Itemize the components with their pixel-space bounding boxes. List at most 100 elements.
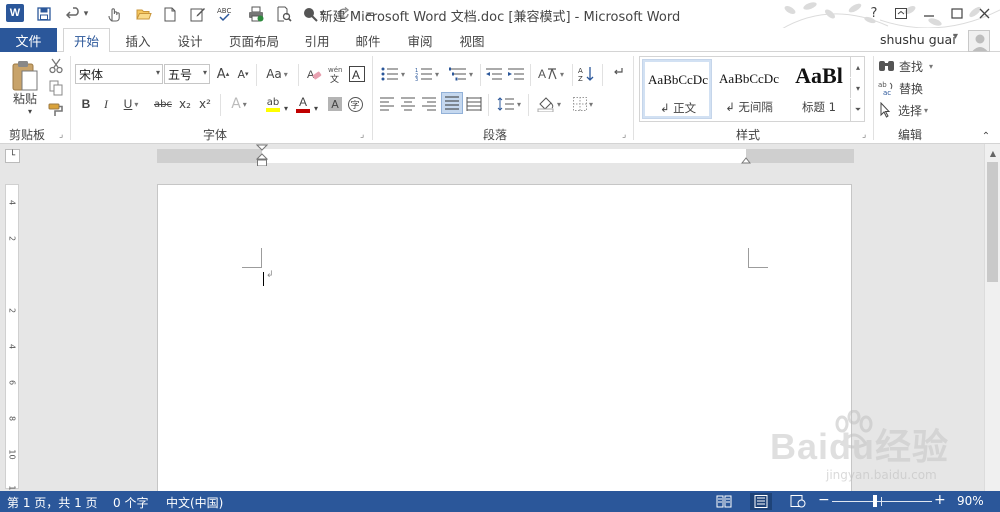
tab-insert[interactable]: 插入 — [114, 28, 162, 52]
enclose-characters-button[interactable]: 字 — [346, 94, 364, 114]
bold-button[interactable]: B — [78, 94, 94, 114]
font-color-button[interactable]: A — [292, 94, 314, 114]
paragraph-launcher-icon[interactable]: ⌟ — [622, 130, 626, 140]
increase-indent-icon[interactable] — [506, 64, 526, 84]
user-menu-caret-icon[interactable]: ▾ — [953, 31, 958, 42]
edit-icon[interactable] — [188, 4, 208, 24]
ribbon-display-options-button[interactable] — [889, 4, 913, 22]
close-button[interactable] — [972, 4, 996, 22]
word-logo-icon[interactable]: W — [6, 4, 24, 22]
format-painter-icon[interactable] — [46, 100, 66, 120]
font-launcher-icon[interactable]: ⌟ — [360, 130, 364, 140]
styles-more-icon[interactable]: ⏷ — [850, 99, 865, 121]
styles-scroll-up-icon[interactable]: ▴ — [850, 57, 865, 77]
multilevel-list-button[interactable]: ▾ — [446, 64, 476, 84]
font-name-combo[interactable]: 宋体 ▾ — [75, 64, 163, 84]
tab-home[interactable]: 开始 — [63, 28, 110, 53]
character-border-icon[interactable]: A — [348, 64, 366, 84]
language-indicator[interactable]: 中文(中国) — [166, 494, 223, 511]
justify-icon[interactable] — [441, 92, 463, 114]
underline-button[interactable]: U ▾ — [118, 94, 144, 114]
cut-icon[interactable] — [46, 56, 66, 76]
customize-qa-icon[interactable]: = — [360, 4, 380, 24]
shading-button[interactable]: ▾ — [534, 94, 564, 114]
avatar[interactable] — [968, 30, 990, 52]
italic-button[interactable]: I — [98, 94, 114, 114]
new-doc-icon[interactable] — [160, 4, 180, 24]
highlight-dropdown-icon[interactable]: ▾ — [282, 98, 290, 118]
character-shading-button[interactable]: A — [326, 94, 344, 114]
style-no-spacing[interactable]: AaBbCcDc ↲ 无间隔 — [714, 59, 784, 119]
line-spacing-button[interactable]: ▾ — [494, 94, 524, 114]
font-color-dropdown-icon[interactable]: ▾ — [312, 98, 320, 118]
styles-launcher-icon[interactable]: ⌟ — [862, 130, 866, 140]
font-size-dropdown-icon[interactable]: ▾ — [203, 68, 207, 77]
zoom-in-button[interactable]: + — [934, 492, 946, 508]
paste-button-label[interactable]: 粘贴 — [8, 90, 42, 106]
clipboard-launcher-icon[interactable]: ⌟ — [59, 130, 63, 140]
align-center-icon[interactable] — [399, 94, 417, 114]
tab-file[interactable]: 文件 — [0, 28, 57, 52]
web-layout-icon[interactable] — [790, 495, 806, 511]
touch-mode-icon[interactable] — [104, 4, 124, 24]
subscript-button[interactable]: x₂ — [176, 94, 194, 114]
grow-font-button[interactable]: A ▴ — [214, 64, 232, 84]
maximize-button[interactable] — [945, 4, 969, 22]
decrease-indent-icon[interactable] — [484, 64, 504, 84]
scrollbar-thumb[interactable] — [987, 162, 998, 282]
print-layout-icon[interactable] — [750, 493, 772, 510]
text-effects-button[interactable]: A ▾ — [226, 94, 252, 114]
redo-icon[interactable] — [334, 4, 354, 24]
chinese-layout-button[interactable]: A ▾ — [534, 64, 568, 84]
tab-selector-icon[interactable]: └ — [5, 149, 20, 163]
read-mode-icon[interactable] — [716, 495, 732, 511]
indent-markers-icon[interactable] — [256, 144, 268, 168]
style-heading-1[interactable]: AaBl 标题 1 — [784, 59, 854, 119]
draw-dropdown-icon[interactable]: ▾ — [316, 4, 328, 24]
copy-icon[interactable] — [46, 78, 66, 98]
change-case-button[interactable]: Aa ▾ — [260, 64, 294, 84]
numbering-button[interactable]: 1 2 3 ▾ — [412, 64, 442, 84]
help-button[interactable]: ? — [862, 4, 886, 22]
zoom-slider-thumb[interactable] — [873, 495, 878, 507]
paste-dropdown-icon[interactable]: ▾ — [22, 106, 38, 116]
minimize-button[interactable] — [917, 4, 941, 22]
print-preview-icon[interactable] — [274, 4, 294, 24]
tab-references[interactable]: 引用 — [294, 28, 340, 52]
zoom-out-button[interactable]: − — [818, 492, 830, 508]
zoom-level[interactable]: 90% — [957, 494, 984, 508]
vertical-ruler[interactable] — [5, 184, 19, 489]
font-size-combo[interactable]: 五号 ▾ — [164, 64, 210, 84]
user-name[interactable]: shushu guai — [880, 32, 956, 47]
strikethrough-button[interactable]: abc — [152, 94, 174, 114]
word-count[interactable]: 0 个字 — [113, 494, 148, 511]
tab-page-layout[interactable]: 页面布局 — [218, 28, 290, 52]
font-name-dropdown-icon[interactable]: ▾ — [156, 68, 160, 77]
show-formatting-marks-icon[interactable] — [608, 64, 628, 84]
shrink-font-button[interactable]: A ▾ — [234, 64, 252, 84]
scroll-up-icon[interactable]: ▲ — [985, 146, 1000, 160]
document-page[interactable] — [157, 184, 852, 504]
style-normal[interactable]: AaBbCcDc ↲ 正文 — [642, 59, 712, 119]
sort-icon[interactable]: AZ — [576, 64, 598, 84]
align-right-icon[interactable] — [420, 94, 438, 114]
open-icon[interactable] — [134, 4, 154, 24]
tab-design[interactable]: 设计 — [166, 28, 214, 52]
print-icon[interactable] — [246, 4, 266, 24]
collapse-ribbon-icon[interactable]: ⌃ — [978, 126, 994, 146]
find-button[interactable]: 查找 ▾ — [878, 56, 942, 76]
replace-button[interactable]: ab ac 替换 — [878, 78, 942, 98]
zoom-slider-track[interactable] — [832, 501, 932, 502]
save-icon[interactable] — [34, 4, 54, 24]
undo-dropdown-icon[interactable]: ▾ — [80, 4, 92, 24]
styles-scroll-down-icon[interactable]: ▾ — [850, 78, 865, 98]
vertical-scrollbar[interactable]: ▲ — [984, 144, 1000, 491]
page-count[interactable]: 第 1 页，共 1 页 — [7, 494, 98, 511]
tab-mailings[interactable]: 邮件 — [344, 28, 392, 52]
bullets-button[interactable]: ▾ — [378, 64, 408, 84]
align-left-icon[interactable] — [378, 94, 396, 114]
select-button[interactable]: 选择 ▾ — [878, 100, 942, 120]
phonetic-guide-icon[interactable]: wén 文 — [326, 64, 348, 84]
clear-formatting-icon[interactable]: A — [304, 64, 324, 84]
tab-review[interactable]: 审阅 — [396, 28, 444, 52]
